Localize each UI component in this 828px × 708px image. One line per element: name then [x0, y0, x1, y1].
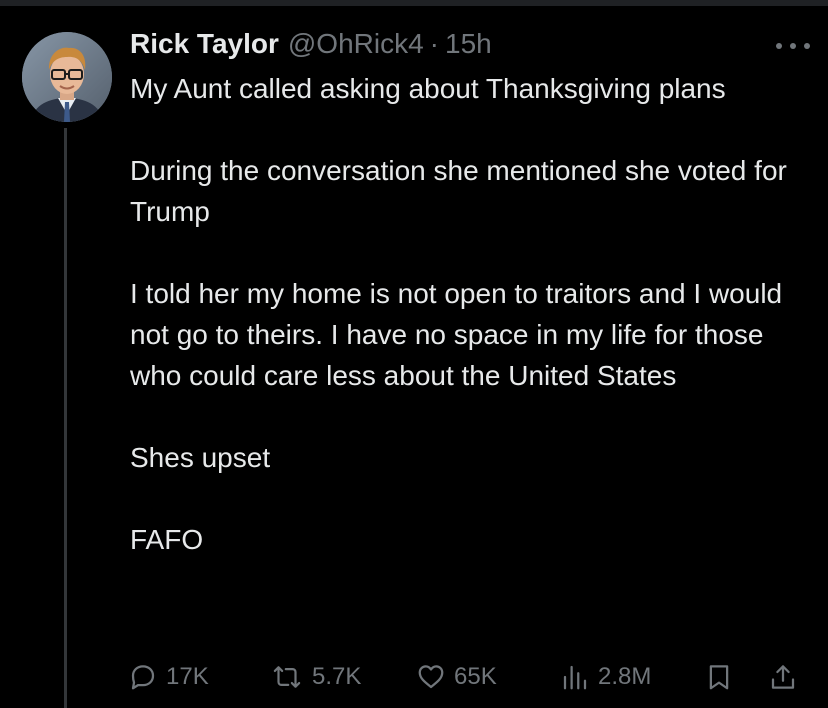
share-upload-icon	[771, 665, 795, 689]
tweet-paragraph: I told her my home is not open to traito…	[130, 278, 783, 391]
thread-line	[64, 128, 67, 708]
tweet-paragraph: Shes upset	[130, 442, 271, 473]
reply-bubble-icon	[131, 665, 155, 690]
bookmark-button[interactable]	[704, 660, 734, 694]
header-separator: ·	[429, 28, 439, 59]
profile-photo-icon	[22, 32, 112, 122]
more-dot	[790, 43, 796, 49]
repost-arrows-icon	[273, 666, 301, 688]
like-button[interactable]: 65K	[416, 660, 497, 694]
more-horizontal-icon	[776, 43, 782, 49]
share-button[interactable]	[768, 660, 798, 694]
heart-icon	[418, 665, 444, 689]
tweet-actions-bar: 17K 5.7K 65K 2.8M	[128, 660, 818, 694]
avatar[interactable]	[22, 32, 112, 122]
author-handle[interactable]: @OhRick4	[288, 28, 424, 60]
repost-count: 5.7K	[312, 663, 362, 690]
more-options-button[interactable]	[776, 38, 810, 54]
views-count: 2.8M	[598, 663, 652, 690]
author-display-name[interactable]: Rick Taylor	[130, 28, 279, 60]
tweet-paragraph: My Aunt called asking about Thanksgiving…	[130, 73, 726, 104]
views-button[interactable]: 2.8M	[560, 660, 651, 694]
repost-button[interactable]: 5.7K	[270, 660, 361, 694]
bookmark-icon	[709, 665, 729, 690]
tweet-paragraph: FAFO	[130, 524, 204, 555]
tweet-text: My Aunt called asking about Thanksgiving…	[130, 68, 810, 560]
reply-button[interactable]: 17K	[128, 660, 209, 694]
tweet-paragraph: During the conversation she mentioned sh…	[130, 155, 787, 227]
tweet-header: Rick Taylor @OhRick4 · 15h	[130, 28, 492, 62]
tweet-timestamp[interactable]: 15h	[445, 28, 492, 60]
more-dot	[804, 43, 810, 49]
bar-chart-icon	[563, 665, 587, 690]
reply-count: 17K	[166, 663, 209, 690]
top-divider	[0, 0, 828, 6]
like-count: 65K	[454, 663, 497, 690]
